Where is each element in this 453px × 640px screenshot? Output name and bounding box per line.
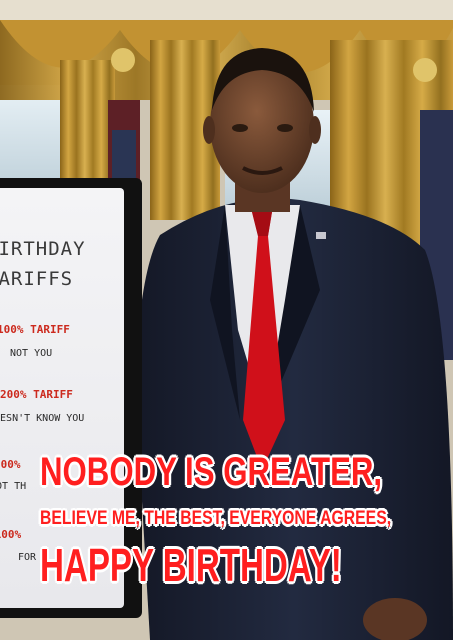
caption-line-3: HAPPY BIRTHDAY! [40, 539, 342, 591]
sign-reason-2: DOESN'T KNOW YOU [0, 413, 85, 424]
caption-line-2: BELIEVE ME, THE BEST, EVERYONE AGREES, [40, 508, 392, 529]
caption-line-1: NOBODY IS GREATER, [40, 450, 383, 494]
sign-reason-3: NOT TH [0, 481, 27, 492]
sign-reason-4: FOR [18, 552, 37, 563]
sign-tariff-4: -100% [0, 528, 22, 541]
sign-tariff-3: 500% [0, 458, 21, 471]
sign-title-line1: BIRTHDAY [0, 238, 86, 260]
sign-tariff-2: 200% TARIFF [0, 388, 73, 401]
sign-tariff-1: 100% TARIFF [0, 323, 70, 336]
sign-reason-1: NOT YOU [10, 348, 53, 359]
sign-title-line2: TARIFFS [0, 268, 74, 290]
